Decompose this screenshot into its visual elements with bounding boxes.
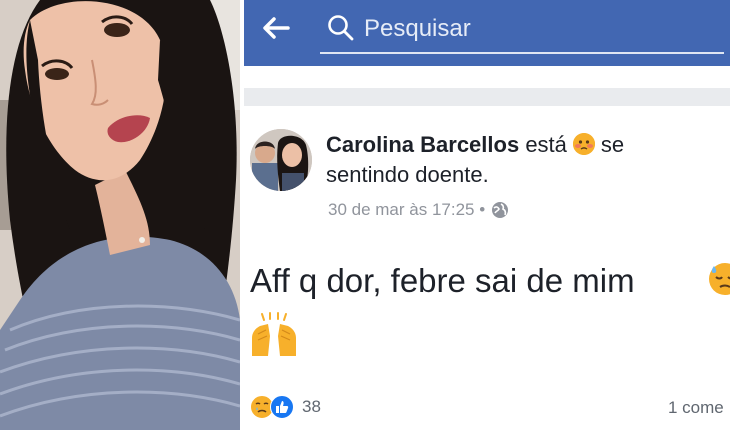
- author-name[interactable]: Carolina Barcellos: [326, 132, 519, 157]
- downcast-sweat-emoji: [709, 263, 730, 295]
- feed-separator: [244, 88, 730, 106]
- facebook-post-screen: Carolina Barcellos está se sentindo doen…: [244, 0, 730, 430]
- avatar[interactable]: [250, 129, 312, 191]
- sick-face-emoji: [572, 133, 595, 155]
- feeling-prefix: está: [525, 132, 567, 157]
- raised-hands-emoji: [252, 312, 296, 356]
- selfie-illustration: [0, 0, 240, 430]
- post-meta: 30 de mar às 17:25 •: [328, 200, 509, 220]
- feeling-suffix: se: [600, 132, 625, 157]
- search-icon: [328, 15, 354, 41]
- post-text: Aff q dor, febre sai de mim: [250, 262, 635, 299]
- comments-count[interactable]: 1 come: [668, 398, 724, 418]
- feeling-line2: sentindo doente.: [326, 162, 489, 187]
- profile-photo: [0, 0, 240, 430]
- like-reaction-icon: [270, 395, 294, 419]
- avatar-image: [250, 129, 312, 191]
- globe-icon: [492, 202, 509, 218]
- post-header: Carolina Barcellos está se sentindo doen…: [326, 130, 716, 190]
- reaction-count: 38: [302, 397, 321, 416]
- reaction-summary[interactable]: 38: [250, 395, 321, 419]
- search-bar[interactable]: [320, 8, 724, 54]
- back-arrow-icon[interactable]: [260, 12, 292, 44]
- top-bar: [244, 0, 730, 66]
- search-input[interactable]: [364, 12, 704, 46]
- post-timestamp[interactable]: 30 de mar às 17:25 •: [328, 200, 485, 220]
